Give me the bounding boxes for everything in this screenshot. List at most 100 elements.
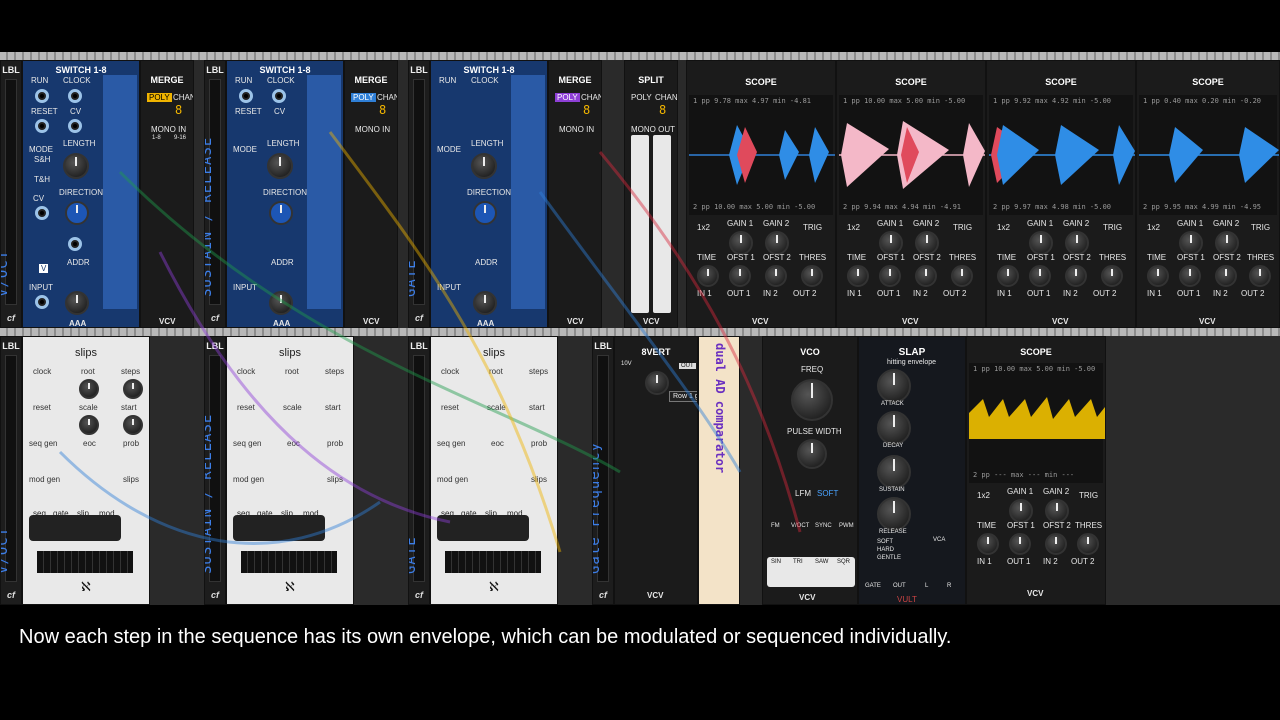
time-knob[interactable] — [977, 533, 999, 555]
length-knob[interactable] — [267, 153, 293, 179]
switch-1-8-module-2[interactable]: SWITCH 1-8 RUN CLOCK RESET CV MODE LENGT… — [226, 60, 344, 328]
lbl-module-2[interactable]: LBL SUSTAIN / RELEASE cf — [204, 60, 226, 328]
switch-1-8-module-1[interactable]: SWITCH 1-8 RUN CLOCK RESET CV MODE S&H T… — [22, 60, 140, 328]
start-knob[interactable] — [123, 415, 143, 435]
merge-module-2[interactable]: MERGE POLY CHAN 8 MONO IN VCV — [344, 60, 398, 328]
gain1-knob[interactable] — [1009, 499, 1033, 523]
vcv-rack-workspace[interactable]: LBL V/OCT cf SWITCH 1-8 RUN CLOCK RESET … — [0, 52, 1280, 605]
lbl-module-5[interactable]: LBL SUSTAIN / RELEASE cf — [204, 336, 226, 605]
clock-jack[interactable] — [68, 89, 82, 103]
thres-knob[interactable] — [1077, 533, 1099, 555]
ofst2-knob[interactable] — [915, 265, 937, 287]
split-module[interactable]: SPLIT POLY CHAN 8 MONO OUT VCV — [624, 60, 678, 328]
run-jack[interactable] — [35, 89, 49, 103]
time-knob[interactable] — [1147, 265, 1169, 287]
clock-jack[interactable] — [272, 89, 286, 103]
length-knob[interactable] — [63, 153, 89, 179]
ofst1-knob[interactable] — [1009, 533, 1031, 555]
ofst2-knob[interactable] — [1215, 265, 1237, 287]
direction-knob[interactable] — [65, 201, 89, 225]
time-knob[interactable] — [697, 265, 719, 287]
merge-module-1[interactable]: MERGE POLY CHAN 8 MONO IN 1-8 9-16 VCV — [140, 60, 194, 328]
thres-knob[interactable] — [951, 265, 973, 287]
gain1-knob[interactable] — [1179, 231, 1203, 255]
slips-module-1[interactable]: slips clock root steps reset scale start… — [22, 336, 150, 605]
cv-jack[interactable] — [68, 119, 82, 133]
ofst2-knob[interactable] — [1065, 265, 1087, 287]
run-jack[interactable] — [239, 89, 253, 103]
switch-1-8-module-3[interactable]: SWITCH 1-8 RUN CLOCK MODE LENGTH DIRECTI… — [430, 60, 548, 328]
ofst1-knob[interactable] — [729, 265, 751, 287]
thres-knob[interactable] — [1101, 265, 1123, 287]
addr-knob[interactable] — [473, 291, 497, 315]
row1-gain-knob[interactable] — [645, 371, 669, 395]
gain2-knob[interactable] — [915, 231, 939, 255]
scope-module-5[interactable]: SCOPE 1 pp 10.00 max 5.00 min -5.00 2 pp… — [966, 336, 1106, 605]
cv3-jack[interactable] — [68, 237, 82, 251]
steps-knob[interactable] — [123, 379, 143, 399]
gain2-knob[interactable] — [765, 231, 789, 255]
freq-knob[interactable] — [791, 379, 833, 421]
pulse-width-knob[interactable] — [797, 439, 827, 469]
direction-knob[interactable] — [473, 201, 497, 225]
thres-knob[interactable] — [801, 265, 823, 287]
lbl-module-4[interactable]: LBL V/OCT cf — [0, 336, 22, 605]
slap-module[interactable]: SLAP hitting envelope ATTACK DECAY SUSTA… — [858, 336, 966, 605]
decay-knob[interactable] — [877, 411, 911, 445]
root-knob[interactable] — [79, 379, 99, 399]
addr-knob[interactable] — [65, 291, 89, 315]
lbl-module-6[interactable]: LBL GATE cf — [408, 336, 430, 605]
lbl-module-1[interactable]: LBL V/OCT cf — [0, 60, 22, 328]
in1-label: IN 1 — [977, 557, 992, 566]
lbl-text: SUSTAIN / RELEASE — [204, 413, 215, 574]
addr-knob[interactable] — [269, 291, 293, 315]
reset-jack[interactable] — [35, 119, 49, 133]
scope-display: 1 pp 10.00 max 5.00 min -5.00 2 pp 9.94 … — [839, 95, 985, 215]
start-label: start — [325, 403, 341, 412]
time-knob[interactable] — [847, 265, 869, 287]
ofst2-knob[interactable] — [1045, 533, 1067, 555]
8vert-module[interactable]: 8VERT 10V OUT Row 1 gain: 6.1928V VCV — [614, 336, 698, 605]
cv2-jack[interactable] — [35, 206, 49, 220]
out-label: OUT — [893, 583, 906, 589]
attack-knob[interactable] — [877, 369, 911, 403]
lbl-title: LBL — [410, 65, 428, 75]
slip-label: slip — [281, 509, 294, 518]
ofst1-knob[interactable] — [1179, 265, 1201, 287]
direction-knob[interactable] — [269, 201, 293, 225]
merge-module-3[interactable]: MERGE POLY CHAN 8 MONO IN VCV — [548, 60, 602, 328]
scale-knob[interactable] — [79, 415, 99, 435]
input-jack[interactable] — [35, 295, 49, 309]
scope-module-1[interactable]: SCOPE 1 pp 9.78 max 4.97 min -4.81 2 pp … — [686, 60, 836, 328]
vco-module[interactable]: VCO FREQ PULSE WIDTH LFM SOFT FM V/OCT S… — [762, 336, 858, 605]
lbl-module-3[interactable]: LBL GATE cf — [408, 60, 430, 328]
scope-module-4[interactable]: SCOPE 1 pp 0.40 max 0.20 min -0.20 2 pp … — [1136, 60, 1280, 328]
gain2-knob[interactable] — [1215, 231, 1239, 255]
gain2-knob[interactable] — [1065, 231, 1089, 255]
time-knob[interactable] — [997, 265, 1019, 287]
dual-ad-comparator-module[interactable]: dual AD comparator — [698, 336, 740, 605]
gain2-knob[interactable] — [1045, 499, 1069, 523]
length-knob[interactable] — [471, 153, 497, 179]
ofst2-knob[interactable] — [765, 265, 787, 287]
gain1-knob[interactable] — [1029, 231, 1053, 255]
lbl-text: GATE — [408, 259, 419, 297]
clock-label: CLOCK — [63, 76, 91, 85]
ofst1-knob[interactable] — [1029, 265, 1051, 287]
thres-knob[interactable] — [1249, 265, 1271, 287]
gain1-knob[interactable] — [729, 231, 753, 255]
length-label: LENGTH — [63, 139, 96, 148]
reset-label: RESET — [235, 107, 262, 116]
module-title: MERGE — [558, 75, 592, 85]
slips-label: slips — [327, 475, 344, 484]
slips-module-2[interactable]: slips clock root steps reset scale start… — [226, 336, 354, 605]
gain1-knob[interactable] — [879, 231, 903, 255]
scope-module-2[interactable]: SCOPE 1 pp 10.00 max 5.00 min -5.00 2 pp… — [836, 60, 986, 328]
scope-module-3[interactable]: SCOPE 1 pp 9.92 max 4.92 min -5.00 2 pp … — [986, 60, 1136, 328]
1x2-label: 1x2 — [997, 223, 1010, 232]
slips-module-3[interactable]: slips clock root steps reset scale start… — [430, 336, 558, 605]
release-knob[interactable] — [877, 497, 911, 531]
lbl-module-7[interactable]: LBL Gate Frequency cf — [592, 336, 614, 605]
sustain-knob[interactable] — [877, 455, 911, 489]
ofst1-knob[interactable] — [879, 265, 901, 287]
